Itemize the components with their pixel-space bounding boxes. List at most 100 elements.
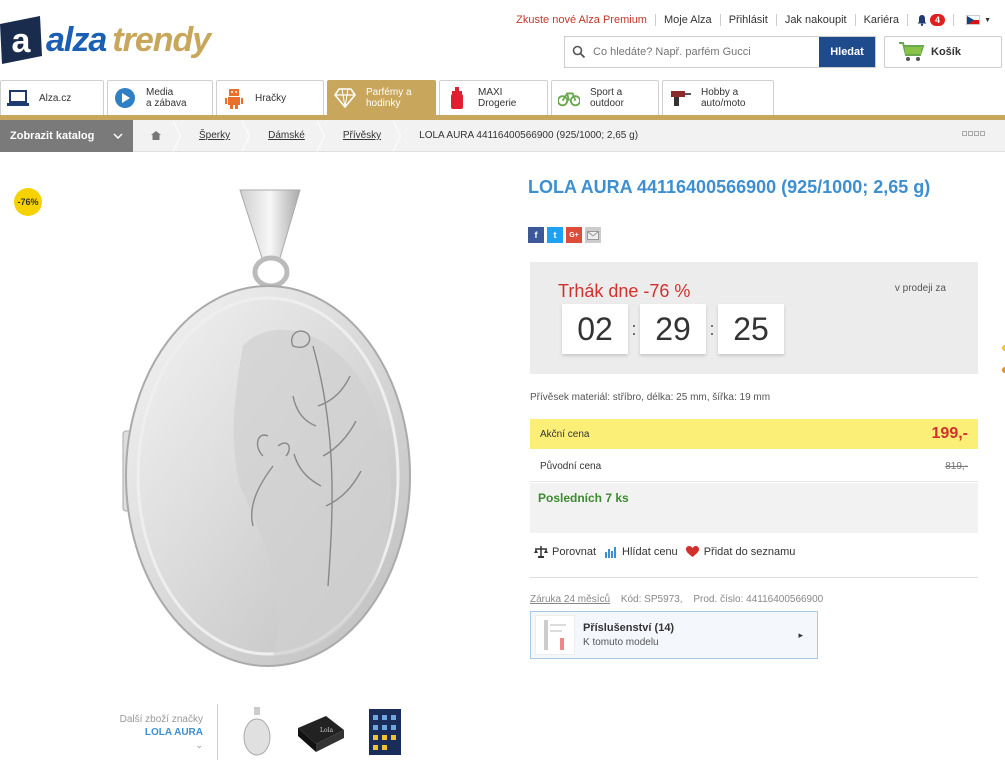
catalog-label: Zobrazit katalog bbox=[10, 129, 95, 142]
breadcrumb-item-pendants[interactable]: Přívěsky bbox=[343, 130, 381, 141]
more-from-brand[interactable]: Další zboží značky LOLA AURA ⌄ bbox=[118, 704, 218, 760]
deal-title: Trhák dne -76 % bbox=[558, 281, 691, 301]
tab-sport[interactable]: Sport a outdoor bbox=[551, 80, 659, 115]
breadcrumb-item-women[interactable]: Dámské bbox=[268, 130, 305, 141]
chevron-down-icon bbox=[113, 132, 123, 139]
bell-icon bbox=[917, 15, 927, 26]
breadcrumb-home[interactable] bbox=[133, 119, 181, 152]
product-title: LOLA AURA 44116400566900 (925/1000; 2,65… bbox=[528, 177, 931, 197]
home-icon bbox=[151, 131, 161, 140]
drill-icon bbox=[669, 87, 691, 109]
warranty-link[interactable]: Záruka 24 měsíců bbox=[530, 594, 610, 605]
tab-label: Parfémy a hodinky bbox=[366, 87, 412, 109]
timer-minutes: 29 bbox=[640, 304, 706, 354]
top-navigation: Zkuste nové Alza Premium Moje Alza Přihl… bbox=[508, 14, 991, 26]
search-icon bbox=[565, 37, 593, 67]
bicycle-icon bbox=[558, 87, 580, 109]
tab-alza[interactable]: Alza.cz bbox=[0, 80, 104, 115]
product-number: Prod. číslo: 44116400566900 bbox=[693, 594, 824, 605]
login-link[interactable]: Přihlásit bbox=[719, 14, 776, 26]
tab-drogerie[interactable]: MAXI Drogerie bbox=[439, 80, 548, 115]
twitter-icon[interactable]: t bbox=[547, 227, 563, 243]
show-catalog-button[interactable]: Zobrazit katalog bbox=[0, 119, 133, 152]
product-material: Přívěsek materiál: stříbro, délka: 25 mm… bbox=[530, 392, 771, 403]
tab-label: Hračky bbox=[255, 92, 287, 104]
cart-label: Košík bbox=[931, 46, 961, 58]
breadcrumb-current: LOLA AURA 44116400566900 (925/1000; 2,65… bbox=[419, 130, 639, 141]
cart-icon bbox=[899, 42, 925, 61]
career-link[interactable]: Kariéra bbox=[854, 14, 907, 26]
tab-toys[interactable]: Hračky bbox=[216, 80, 324, 115]
logo-trendy-text: trendy bbox=[112, 21, 211, 59]
grid-view-icon[interactable] bbox=[962, 131, 985, 136]
sale-price-row: Akční cena 199,- bbox=[530, 419, 978, 449]
chart-icon bbox=[604, 545, 618, 559]
thumbnail-catalog[interactable] bbox=[360, 704, 410, 760]
deal-subtitle: v prodeji za bbox=[894, 283, 946, 294]
tab-label: Media a zábava bbox=[146, 87, 187, 109]
premium-link[interactable]: Zkuste nové Alza Premium bbox=[508, 14, 655, 26]
discount-badge: -76% bbox=[14, 188, 42, 216]
add-to-list-button[interactable]: Přidat do seznamu bbox=[686, 545, 796, 559]
share-buttons: f t G+ bbox=[528, 227, 601, 243]
svg-text:a: a bbox=[12, 22, 32, 60]
tab-label: MAXI Drogerie bbox=[478, 87, 517, 109]
timer-seconds: 25 bbox=[718, 304, 784, 354]
google-plus-icon[interactable]: G+ bbox=[566, 227, 582, 243]
alza-logo[interactable]: a alza trendy bbox=[0, 16, 211, 64]
language-selector[interactable]: ▼ bbox=[953, 14, 991, 26]
sale-price-label: Akční cena bbox=[540, 428, 590, 440]
category-tabs: Alza.cz Media a zábava Hračky Parfémy a … bbox=[0, 80, 1005, 116]
product-image[interactable] bbox=[118, 186, 418, 670]
tab-perfumes[interactable]: Parfémy a hodinky bbox=[327, 80, 436, 115]
how-to-buy-link[interactable]: Jak nakoupit bbox=[775, 14, 855, 26]
tab-hobby[interactable]: Hobby a auto/moto bbox=[662, 80, 774, 115]
czech-flag-icon bbox=[966, 15, 981, 25]
compare-label: Porovnat bbox=[552, 546, 597, 558]
chevron-down-icon: ▼ bbox=[984, 16, 991, 24]
cart-button[interactable]: Košík bbox=[884, 36, 1002, 68]
original-price-label: Původní cena bbox=[540, 461, 602, 472]
product-actions: Porovnat Hlídat cenu Přidat do seznamu bbox=[534, 545, 803, 559]
watch-price-button[interactable]: Hlídat cenu bbox=[604, 545, 678, 559]
scale-icon bbox=[534, 545, 548, 559]
tab-label: Hobby a auto/moto bbox=[701, 87, 746, 109]
email-icon[interactable] bbox=[585, 227, 601, 243]
play-icon bbox=[114, 87, 136, 109]
accessories-button[interactable]: Příslušenství (14) K tomuto modelu ▸ bbox=[530, 611, 818, 659]
my-alza-link[interactable]: Moje Alza bbox=[654, 14, 720, 26]
breadcrumb: Šperky Dámské Přívěsky LOLA AURA 4411640… bbox=[133, 119, 658, 152]
thumbnail-pendant[interactable] bbox=[232, 704, 282, 760]
deal-of-day-box: Trhák dne -76 % v prodeji za 02 : 29 : 2… bbox=[530, 262, 978, 374]
side-decoration bbox=[1002, 345, 1005, 373]
notifications-button[interactable]: 4 bbox=[907, 14, 953, 26]
product-code: Kód: SP5973, bbox=[620, 594, 683, 605]
divider bbox=[530, 577, 978, 578]
facebook-icon[interactable]: f bbox=[528, 227, 544, 243]
stock-status: Posledních 7 ks bbox=[530, 483, 978, 533]
logo-alza-text: alza bbox=[46, 21, 107, 59]
search-button[interactable]: Hledat bbox=[819, 37, 875, 67]
more-brand-name: LOLA AURA bbox=[144, 726, 203, 738]
tab-label: Alza.cz bbox=[39, 92, 72, 104]
original-price-row: Původní cena 819,- bbox=[530, 452, 978, 482]
thumbnail-box[interactable]: Lola bbox=[296, 704, 346, 760]
bottle-icon bbox=[446, 87, 468, 109]
countdown-timer: 02 : 29 : 25 bbox=[562, 304, 784, 354]
tab-media[interactable]: Media a zábava bbox=[107, 80, 213, 115]
add-to-list-label: Přidat do seznamu bbox=[703, 546, 796, 558]
alza-logo-icon: a bbox=[0, 16, 42, 64]
search-bar: Hledat bbox=[564, 36, 876, 68]
accessory-subtitle: K tomuto modelu bbox=[583, 637, 659, 648]
chevron-right-icon: ▸ bbox=[798, 630, 803, 640]
search-input[interactable] bbox=[593, 37, 819, 67]
notification-badge: 4 bbox=[930, 14, 946, 26]
accessory-thumbnail bbox=[535, 615, 575, 655]
sale-price: 199,- bbox=[931, 425, 968, 442]
chevron-down-icon: ⌄ bbox=[195, 739, 203, 750]
svg-text:Lola: Lola bbox=[320, 727, 334, 734]
breadcrumb-item-jewelry[interactable]: Šperky bbox=[199, 130, 230, 141]
original-price: 819,- bbox=[945, 461, 968, 472]
compare-button[interactable]: Porovnat bbox=[534, 545, 596, 559]
laptop-icon bbox=[7, 87, 29, 109]
